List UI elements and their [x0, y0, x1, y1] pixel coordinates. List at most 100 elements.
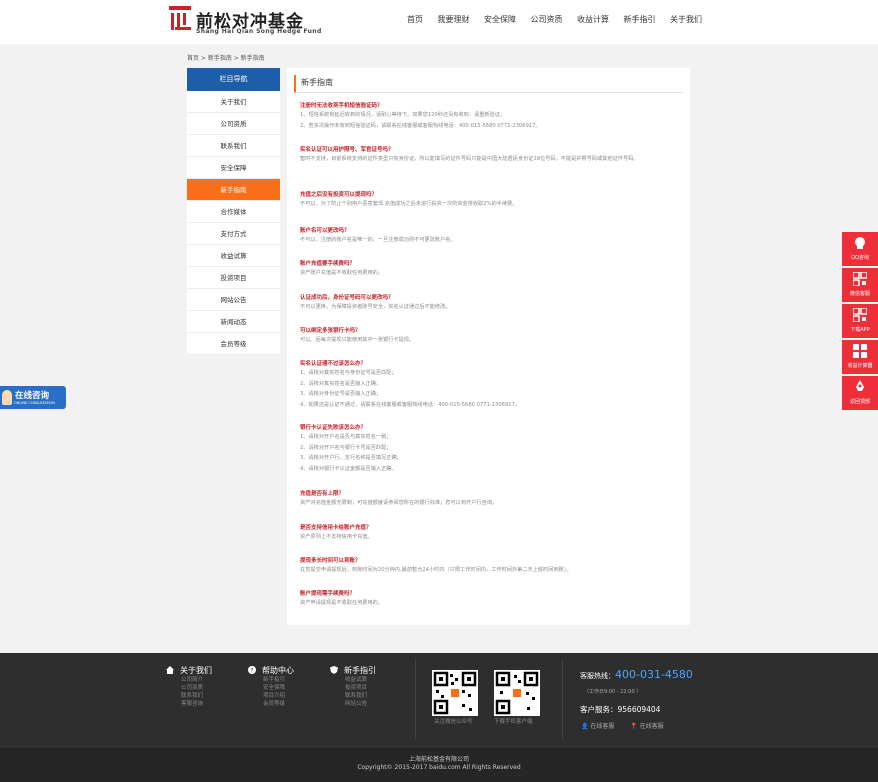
footer-col-title: 新手指引: [344, 666, 376, 675]
qrcode-icon: [853, 308, 867, 322]
sidebar-item-about[interactable]: 关于我们: [187, 91, 280, 113]
help-icon: ?: [248, 666, 256, 674]
nav-about[interactable]: 关于我们: [670, 14, 702, 25]
online-service-link-1[interactable]: 👤 在线客服: [581, 723, 614, 730]
faq-item: 是否支持信用卡给账户充值？ 资产原则上不支持信用卡充值。: [300, 524, 685, 543]
footer-link[interactable]: 投资项目: [330, 684, 376, 692]
faq-question: 提现多长时间可以到账？: [300, 558, 361, 564]
faq-question: 银行卡认证失败该怎么办？: [300, 425, 367, 431]
sidebar-item-contact[interactable]: 联系我们: [187, 135, 280, 157]
footer-col-title: 帮助中心: [262, 666, 294, 675]
main-nav: 首页 我要理财 安全保障 公司资质 收益计算 新手指引 关于我们: [407, 14, 717, 25]
faq-item: 充值是否有上限？ 资产对充值金额无限制，可充值额度请参阅您所在的银行标准；您可以…: [300, 490, 685, 509]
footer-link[interactable]: 会员等级: [248, 700, 294, 708]
nav-invest[interactable]: 我要理财: [438, 14, 470, 25]
faq-question: 可以绑定多张银行卡吗？: [300, 328, 361, 334]
online-service-links: 👤 在线客服 📍 在线客服: [581, 721, 678, 730]
footer-divider: [415, 659, 416, 739]
calculator-icon: [853, 344, 867, 358]
faq-item: 账户充值要手续费吗？ 资产账户充值是不收取任何费用的。: [300, 260, 685, 279]
faq-answer: 1、短信系统有延迟收到的情况，请耐心等待下。如果您120秒还没有收到，请重新验证…: [300, 112, 541, 129]
faq-item: 实名认证可以用护照号、军官证号吗？ 暂时不支持，目前系统支持的证件类型只有身份证…: [300, 146, 685, 165]
nav-calculator[interactable]: 收益计算: [577, 14, 609, 25]
footer-link[interactable]: 联系我们: [166, 692, 212, 700]
faq-question: 账户提现需手续费吗？: [300, 591, 356, 597]
sidebar-item-membership[interactable]: 会员等级: [187, 333, 280, 355]
faq-item: 可以绑定多张银行卡吗？ 可以。后每次提现只能使用其中一张银行卡提现。: [300, 327, 685, 346]
footer-link[interactable]: 项目介绍: [248, 692, 294, 700]
qrcode-icon: [495, 671, 539, 715]
customer-service: 客户服务：956609404: [580, 705, 661, 714]
online-consult-button[interactable]: 在线咨询 ONLINE CONSULTATION: [0, 386, 66, 409]
sidebar-item-calculator[interactable]: 收益试算: [187, 245, 280, 267]
footer-link[interactable]: 公司资质: [166, 684, 212, 692]
footer-link[interactable]: 联系我们: [330, 692, 376, 700]
footer-link[interactable]: 网站公告: [330, 700, 376, 708]
online-consult-label: 在线咨询: [15, 391, 50, 401]
faq-answer: 1、请核对真实姓名与身份证号是否匹配； 2、请核对真实姓名是否输入正确； 3、请…: [300, 370, 520, 408]
company-name: 上海前松基金有限公司: [408, 756, 469, 763]
home-icon: [166, 666, 174, 674]
sidebar-item-news[interactable]: 新闻动态: [187, 311, 280, 333]
shield-icon: [330, 666, 338, 674]
sidebar-item-qualification[interactable]: 公司资质: [187, 113, 280, 135]
footer-col-guide: 新手指引 收益试算 投资项目 联系我们 网站公告: [330, 665, 376, 708]
faq-question: 认证成功后，身份证号码可以更改吗？: [300, 295, 394, 301]
faq-item: 认证成功后，身份证号码可以更改吗？ 不可以更换，为保障投资者账号安全，实名认证通…: [300, 294, 685, 313]
faq-item: 账户提现需手续费吗？ 资产申请提现是不收取任何费用的。: [300, 590, 685, 609]
faq-item: 充值之后没有投资可以提现吗？ 不可以，为了防止个别用户恶意套现,充值成功之后未进…: [300, 191, 685, 210]
agent-avatar-icon: [2, 390, 12, 405]
logo-mark-icon: [169, 6, 191, 30]
footer-link[interactable]: 公司简介: [166, 676, 212, 684]
online-service-link-2[interactable]: 📍 在线客服: [630, 723, 663, 730]
back-to-top-button[interactable]: 返回顶部: [842, 376, 878, 410]
download-app-button[interactable]: 下载APP: [842, 304, 878, 338]
wechat-service-label: 微信客服: [849, 291, 870, 297]
site-header: 前松对冲基金 Shang Hai Qian Song Hedge Fund 首页…: [0, 0, 878, 44]
qq-consult-button[interactable]: QQ咨询: [842, 232, 878, 266]
right-toolbar: QQ咨询 微信客服 下载APP 收益计算器 返回顶部: [842, 232, 878, 412]
footer-link[interactable]: 收益试算: [330, 676, 376, 684]
faq-item: 实名认证通不过该怎么办？ 1、请核对真实姓名与身份证号是否匹配； 2、请核对真实…: [300, 360, 685, 410]
faq-answer: 资产对充值金额无限制，可充值额度请参阅您所在的银行标准；您可以到开户行咨询。: [300, 500, 498, 506]
rocket-icon: [856, 380, 864, 391]
logo-subtitle: Shang Hai Qian Song Hedge Fund: [196, 28, 322, 35]
faq-question: 充值之后没有投资可以提现吗？: [300, 192, 378, 198]
user-icon: 👤: [581, 723, 589, 730]
hotline-label: 客服热线：: [580, 672, 615, 680]
footer-col-about: 关于我们 公司简介 公司资质 联系我们 客服咨询: [166, 665, 212, 708]
qrcode-icon: [433, 671, 477, 715]
sidebar-item-projects[interactable]: 投资项目: [187, 267, 280, 289]
sidebar-item-media[interactable]: 合作媒体: [187, 201, 280, 223]
footer-link[interactable]: 新手指引: [248, 676, 294, 684]
nav-qualification[interactable]: 公司资质: [531, 14, 563, 25]
faq-question: 充值是否有上限？: [300, 491, 345, 497]
sidebar-item-notices[interactable]: 网站公告: [187, 289, 280, 311]
page-title: 新手指南: [294, 75, 684, 93]
sidebar-item-payment[interactable]: 支付方式: [187, 223, 280, 245]
hotline: 客服热线：400-031-4580: [580, 668, 693, 681]
hotline-number[interactable]: 400-031-4580: [615, 668, 693, 681]
faq-answer: 暂时不支持，目前系统支持的证件类型只有身份证，所以能填写的证件号码只能是中国大陆…: [300, 156, 639, 162]
nav-guide[interactable]: 新手指引: [624, 14, 656, 25]
nav-home[interactable]: 首页: [407, 14, 423, 25]
faq-answer: 在您提交申请提现后，到账时间为20分钟内,最前暂允24小时内（只限工作时间内，工…: [300, 567, 572, 573]
sidebar-item-guide[interactable]: 新手指南: [187, 179, 280, 201]
faq-answer: 不可以，为了防止个别用户恶意套现,充值成功之后未进行投资一次的资金将收取2%的手…: [300, 201, 518, 207]
sidebar-item-security[interactable]: 安全保障: [187, 157, 280, 179]
nav-security[interactable]: 安全保障: [484, 14, 516, 25]
main-content: 新手指南 注册时无法收到手机短信验证码？ 1、短信系统有延迟收到的情况，请耐心等…: [287, 68, 690, 625]
footer-link[interactable]: 安全保障: [248, 684, 294, 692]
location-pin-icon: 📍: [630, 723, 638, 730]
sidebar-title: 栏目导航: [187, 68, 280, 91]
site-footer: 关于我们 公司简介 公司资质 联系我们 客服咨询 ? 帮助中心 新手指引 安全保障…: [0, 653, 878, 782]
calculator-label: 收益计算器: [847, 363, 873, 369]
footer-link[interactable]: 客服咨询: [166, 700, 212, 708]
wechat-service-button[interactable]: 微信客服: [842, 268, 878, 302]
faq-item: 注册时无法收到手机短信验证码？ 1、短信系统有延迟收到的情况，请耐心等待下。如果…: [300, 102, 685, 131]
wechat-qrcode: [432, 670, 478, 716]
calculator-button[interactable]: 收益计算器: [842, 340, 878, 374]
back-to-top-label: 返回顶部: [849, 399, 870, 405]
faq-question: 实名认证通不过该怎么办？: [300, 361, 367, 367]
faq-question: 是否支持信用卡给账户充值？: [300, 525, 372, 531]
